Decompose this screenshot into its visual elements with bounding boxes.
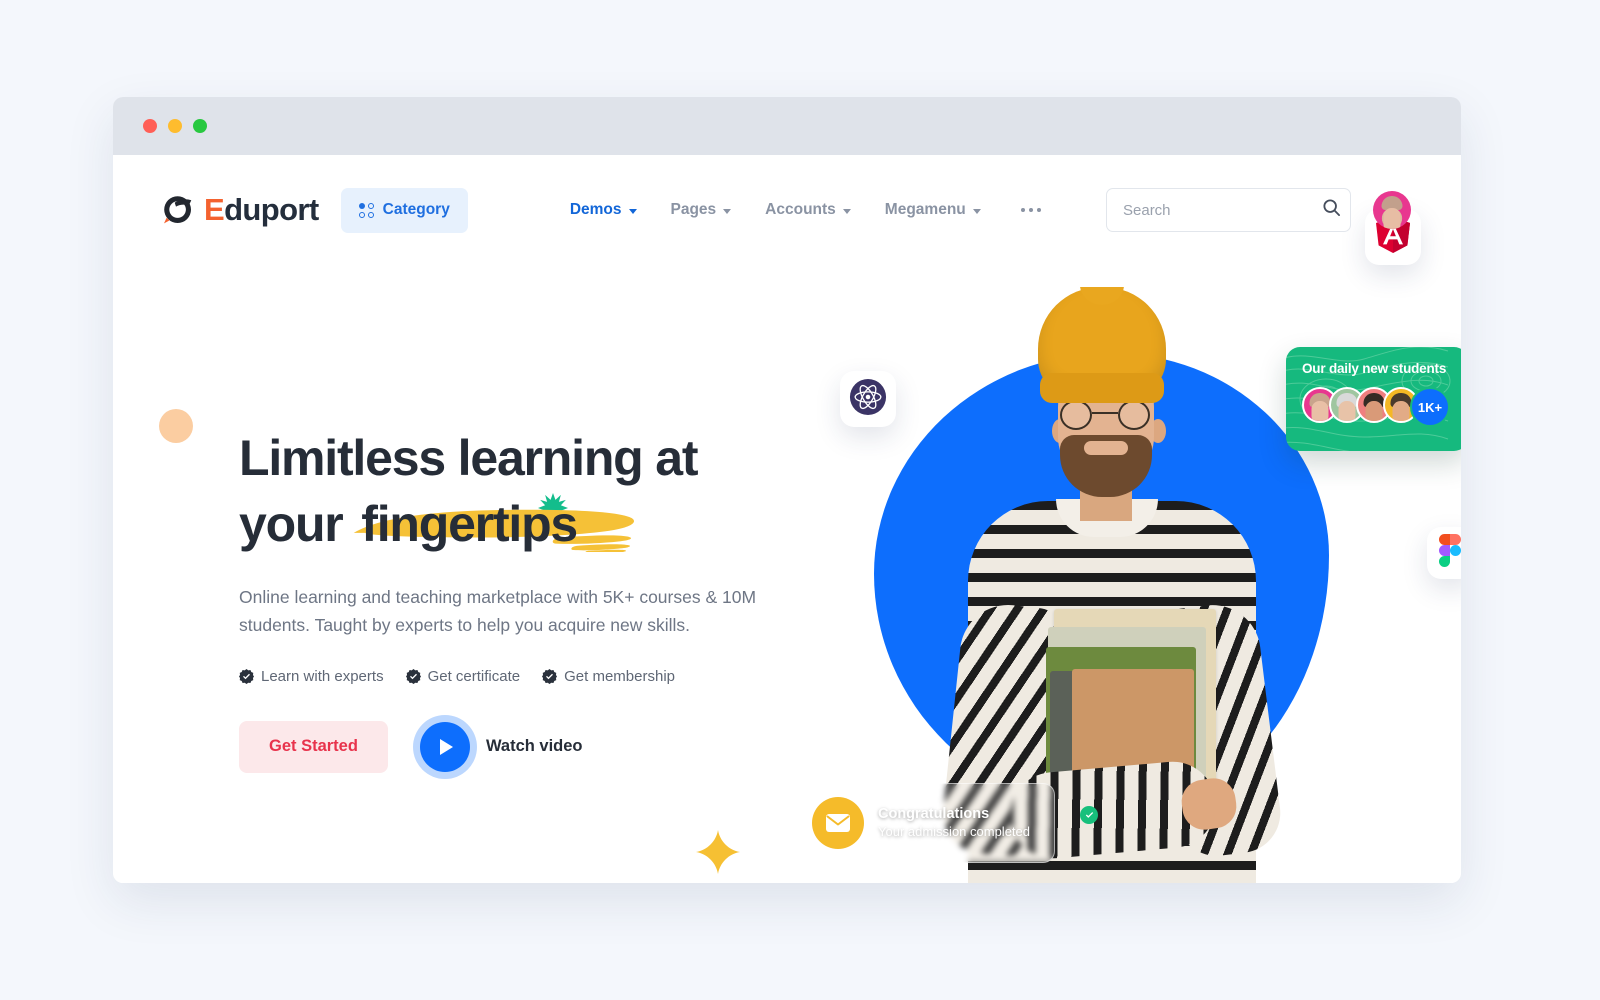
react-logo-icon	[849, 378, 887, 421]
window-maximize-dot[interactable]	[193, 119, 207, 133]
grid-dots-icon	[358, 202, 374, 218]
hero-feature-list: Learn with experts Get certificate Get m…	[239, 668, 799, 685]
window-minimize-dot[interactable]	[168, 119, 182, 133]
envelope-icon	[812, 797, 864, 849]
nav-item-accounts[interactable]: Accounts	[765, 201, 851, 219]
badge-check-icon	[405, 668, 421, 684]
search-box[interactable]	[1106, 188, 1351, 232]
get-started-button[interactable]: Get Started	[239, 720, 388, 773]
headline-line-1: Limitless learning at	[239, 430, 698, 486]
chevron-down-icon	[628, 208, 637, 214]
watch-video-button[interactable]: Watch video	[419, 721, 583, 772]
play-icon[interactable]	[419, 721, 470, 772]
four-point-star-icon	[696, 830, 740, 874]
nav-item-demos-label: Demos	[569, 201, 622, 218]
hero-visual: Our daily new students 1K+ Congratulatio…	[761, 209, 1461, 883]
figma-logo-icon	[1439, 534, 1461, 572]
figma-logo-badge	[1427, 527, 1461, 579]
chevron-down-icon	[723, 208, 732, 214]
glasses-icon	[1056, 400, 1156, 430]
headline-line-2-prefix: your	[239, 496, 356, 552]
nav-item-megamenu[interactable]: Megamenu	[885, 201, 981, 219]
hero-cta-row: Get Started Watch video	[239, 720, 799, 773]
chevron-down-icon	[842, 208, 851, 214]
react-logo-badge	[840, 371, 896, 427]
category-button-label: Category	[382, 201, 450, 218]
site-logo[interactable]: Eduport	[161, 192, 319, 228]
check-circle-icon	[1080, 806, 1098, 824]
search-input[interactable]	[1123, 201, 1322, 219]
main-navigation: Demos Pages Accounts Megamenu	[570, 201, 1042, 219]
congratulations-title: Congratulations	[878, 806, 990, 822]
student-count-badge: 1K+	[1410, 387, 1450, 427]
feature-item-label: Get certificate	[427, 667, 521, 685]
category-button[interactable]: Category	[340, 187, 468, 233]
search-icon[interactable]	[1322, 198, 1341, 222]
hero-subtext: Online learning and teaching marketplace…	[239, 587, 757, 636]
feature-item-label: Get membership	[564, 667, 675, 685]
navbar-right	[1106, 188, 1411, 232]
nav-item-pages[interactable]: Pages	[671, 201, 732, 219]
nav-item-demos[interactable]: Demos	[570, 201, 637, 219]
window-close-dot[interactable]	[143, 119, 157, 133]
feature-item-label: Learn with experts	[261, 667, 384, 685]
headline-highlight-text: fingertips	[361, 496, 578, 552]
daily-students-card: Our daily new students 1K+	[1286, 347, 1461, 451]
feature-item-get-certificate: Get certificate	[405, 667, 521, 685]
page-title: Limitless learning at your fingertips	[239, 425, 799, 557]
browser-window: Eduport Category Demos Pages Accounts Me…	[113, 97, 1461, 883]
nav-item-pages-label: Pages	[670, 201, 717, 218]
badge-check-icon	[542, 668, 558, 684]
nav-item-megamenu-label: Megamenu	[884, 201, 966, 218]
hero-text-block: Limitless learning at your fingertips On…	[239, 425, 799, 773]
logo-text-prefix: E	[204, 192, 225, 227]
beard	[1060, 435, 1152, 497]
logo-text-rest: duport	[224, 192, 319, 227]
site-navbar: Eduport Category Demos Pages Accounts Me…	[113, 155, 1461, 265]
feature-item-get-membership: Get membership	[542, 668, 675, 685]
student-avatar-group: 1K+	[1302, 387, 1461, 427]
watch-video-label: Watch video	[485, 737, 583, 756]
headline-highlight-wrap: fingertips	[353, 491, 635, 557]
circle-decoration	[159, 409, 193, 443]
feature-item-learn-with-experts: Learn with experts	[239, 668, 384, 685]
badge-check-icon	[239, 668, 254, 684]
page-content: Eduport Category Demos Pages Accounts Me…	[113, 155, 1461, 883]
congratulations-card: Congratulations Your admission completed	[797, 783, 1098, 863]
congratulations-text: Congratulations Your admission completed	[878, 805, 1098, 841]
ellipsis-icon[interactable]	[1020, 207, 1042, 213]
congratulations-subtitle: Your admission completed	[878, 824, 1030, 839]
yellow-beanie-hat	[1038, 287, 1166, 403]
chevron-down-icon	[972, 208, 981, 214]
eduport-e-logo-icon	[161, 193, 195, 227]
hero-section: Limitless learning at your fingertips On…	[113, 209, 1461, 883]
daily-students-title: Our daily new students	[1302, 361, 1447, 376]
nav-item-accounts-label: Accounts	[765, 201, 836, 218]
user-avatar[interactable]	[1373, 191, 1411, 229]
browser-titlebar	[113, 97, 1461, 155]
logo-text: Eduport	[204, 192, 319, 228]
